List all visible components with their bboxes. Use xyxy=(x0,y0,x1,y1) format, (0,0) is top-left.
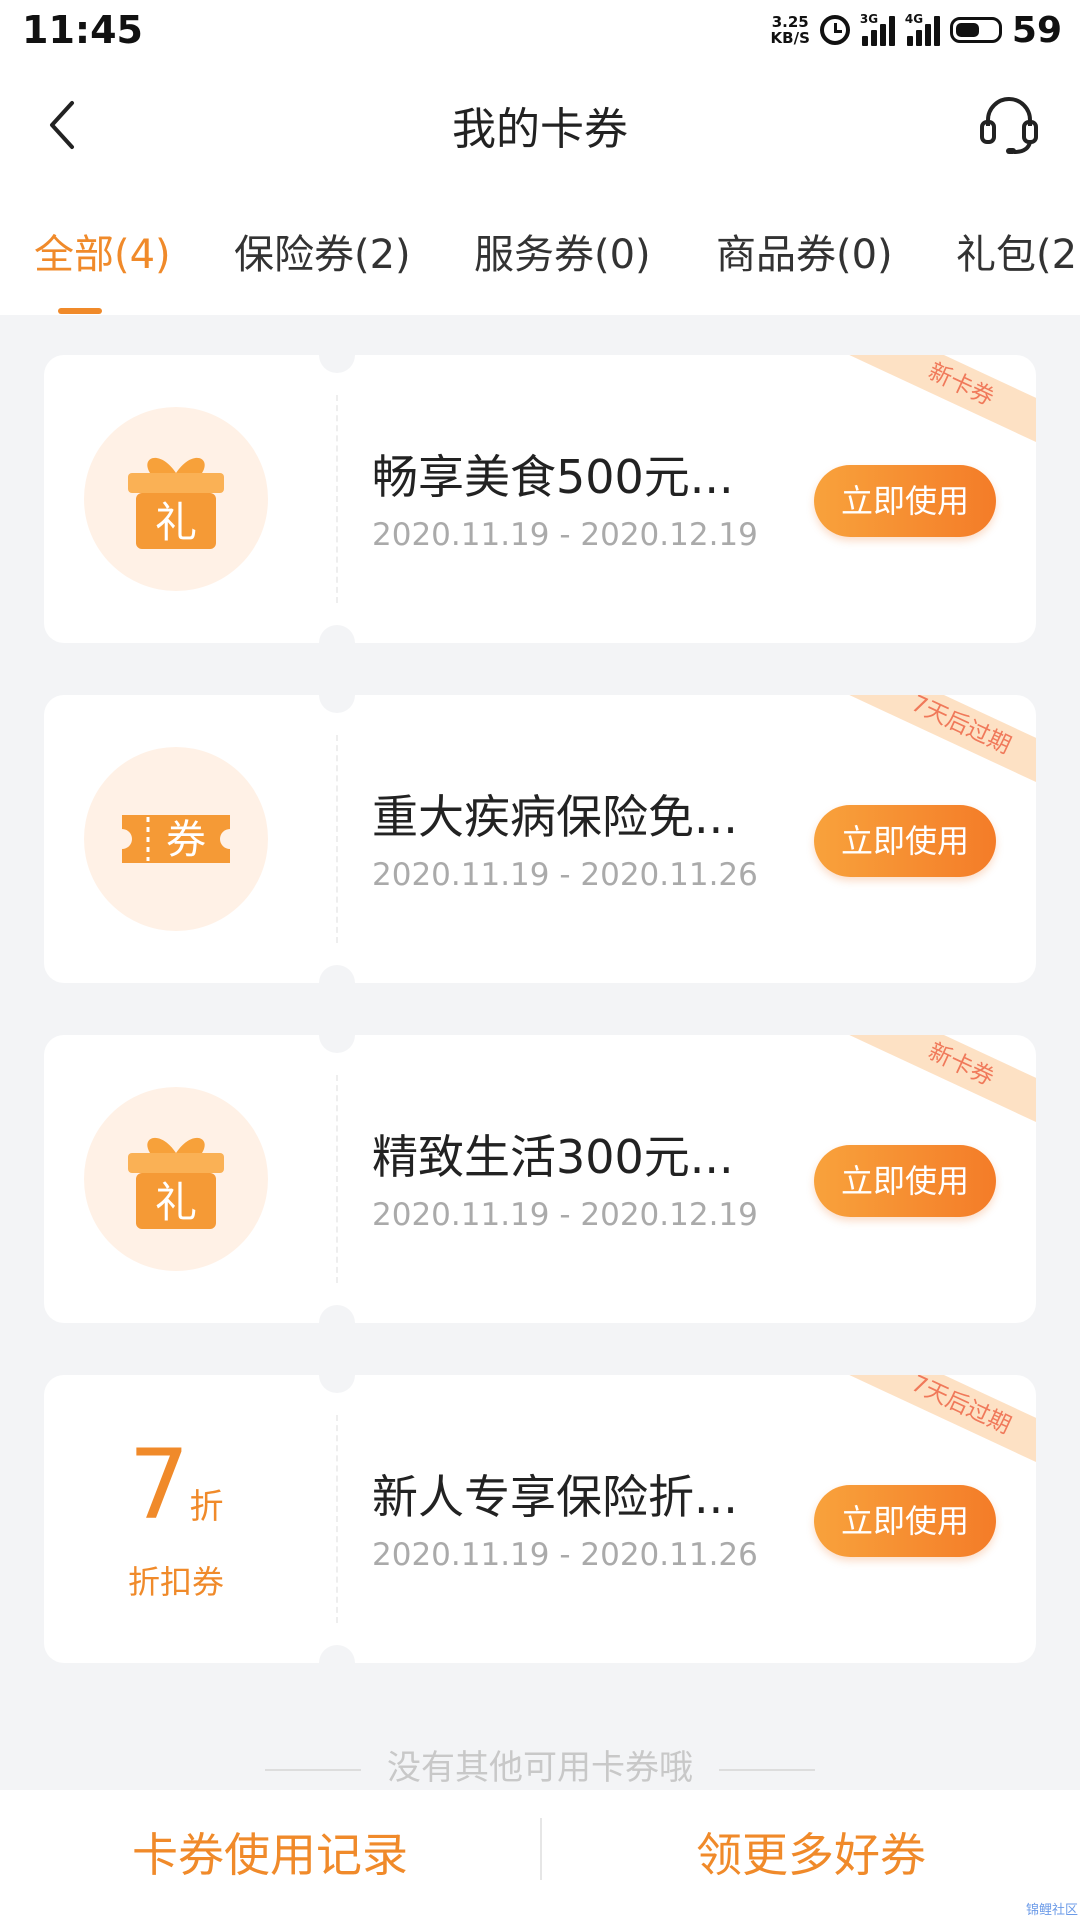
page-title: 我的卡券 xyxy=(452,104,628,155)
coupon-ribbon: 7天后过期 xyxy=(848,1375,1036,1465)
coupon-card[interactable]: 券 重大疾病保险免... 2020.11.19 - 2020.11.26 立即使… xyxy=(44,695,1036,983)
discount-badge: 7折 折扣券 xyxy=(84,1435,268,1603)
coupon-validity: 2020.11.19 - 2020.11.26 xyxy=(372,1537,758,1573)
coupon-icon-badge: 券 xyxy=(84,747,268,931)
battery-level: 59 xyxy=(1011,9,1062,51)
customer-service-button[interactable] xyxy=(976,90,1042,156)
battery-icon xyxy=(949,17,1002,43)
coupon-title: 重大疾病保险免... xyxy=(372,790,738,844)
alarm-icon xyxy=(819,15,850,45)
coupon-icon-badge: 礼 xyxy=(84,407,268,591)
bottom-bar: 卡券使用记录 领更多好券 锦鲤社区 xyxy=(0,1790,1080,1920)
use-now-button[interactable]: 立即使用 xyxy=(814,1145,996,1217)
coupon-card[interactable]: 礼 畅享美食500元... 2020.11.19 - 2020.12.19 立即… xyxy=(44,355,1036,643)
gift-icon-char: 礼 xyxy=(155,498,197,547)
active-tab-indicator xyxy=(58,308,102,314)
tab-goods[interactable]: 商品券(0) xyxy=(716,222,893,280)
no-more-coupons-text: 没有其他可用卡券哦 xyxy=(387,1748,693,1788)
coupon-tabs: 全部(4) 保险券(2) 服务券(0) 商品券(0) 礼包(2) xyxy=(0,190,1080,315)
watermark: 锦鲤社区 xyxy=(1025,1903,1078,1918)
coupon-title: 精致生活300元... xyxy=(372,1130,734,1184)
status-time: 11:45 xyxy=(22,8,143,52)
coupon-validity: 2020.11.19 - 2020.11.26 xyxy=(372,857,758,893)
coupon-ribbon: 新卡券 xyxy=(848,1035,1036,1125)
no-more-coupons-note: 没有其他可用卡券哦 xyxy=(0,1740,1080,1789)
coupon-validity: 2020.11.19 - 2020.12.19 xyxy=(372,1197,758,1233)
discount-value: 7 xyxy=(128,1429,190,1541)
use-now-button[interactable]: 立即使用 xyxy=(814,805,996,877)
tab-gift-pack[interactable]: 礼包(2) xyxy=(956,222,1080,280)
gift-icon: 礼 xyxy=(128,1137,224,1229)
coupon-title: 新人专享保险折... xyxy=(372,1470,738,1524)
gift-icon: 礼 xyxy=(128,457,224,549)
header: 我的卡券 xyxy=(0,60,1080,190)
headset-icon xyxy=(980,97,1038,154)
signal-3g-label: 3G xyxy=(859,12,879,26)
signal-3g-icon: 3G xyxy=(859,12,895,46)
signal-4g-icon: 4G xyxy=(904,12,940,46)
coupon-history-button[interactable]: 卡券使用记录 xyxy=(0,1790,540,1920)
discount-label: 折扣券 xyxy=(127,1563,224,1601)
gift-icon-char: 礼 xyxy=(155,1178,197,1227)
tab-insurance[interactable]: 保险券(2) xyxy=(234,222,411,280)
coupon-card[interactable]: 7折 折扣券 新人专享保险折... 2020.11.19 - 2020.11.2… xyxy=(44,1375,1036,1663)
use-now-button[interactable]: 立即使用 xyxy=(814,1485,996,1557)
network-speed-value: 3.25 xyxy=(771,13,809,31)
get-more-coupons-button[interactable]: 领更多好券 xyxy=(542,1790,1080,1920)
tab-all[interactable]: 全部(4) xyxy=(34,222,171,280)
signal-4g-label: 4G xyxy=(904,12,924,26)
use-now-button[interactable]: 立即使用 xyxy=(814,465,996,537)
coupon-ribbon: 7天后过期 xyxy=(848,695,1036,785)
status-bar: 11:45 3.25 KB/S 3G 4G 59 xyxy=(0,0,1080,60)
tab-service[interactable]: 服务券(0) xyxy=(474,222,651,280)
status-icons: 3.25 KB/S 3G 4G 59 xyxy=(771,9,1062,51)
coupon-title: 畅享美食500元... xyxy=(372,450,734,504)
ticket-icon: 券 xyxy=(122,815,230,863)
network-speed: 3.25 KB/S xyxy=(771,14,810,46)
coupon-validity: 2020.11.19 - 2020.12.19 xyxy=(372,517,758,553)
coupon-card[interactable]: 礼 精致生活300元... 2020.11.19 - 2020.12.19 立即… xyxy=(44,1035,1036,1323)
discount-unit: 折 xyxy=(189,1487,224,1527)
network-speed-unit: KB/S xyxy=(770,29,810,47)
ticket-icon-char: 券 xyxy=(166,817,206,863)
coupon-ribbon: 新卡券 xyxy=(848,355,1036,445)
coupon-icon-badge: 礼 xyxy=(84,1087,268,1271)
